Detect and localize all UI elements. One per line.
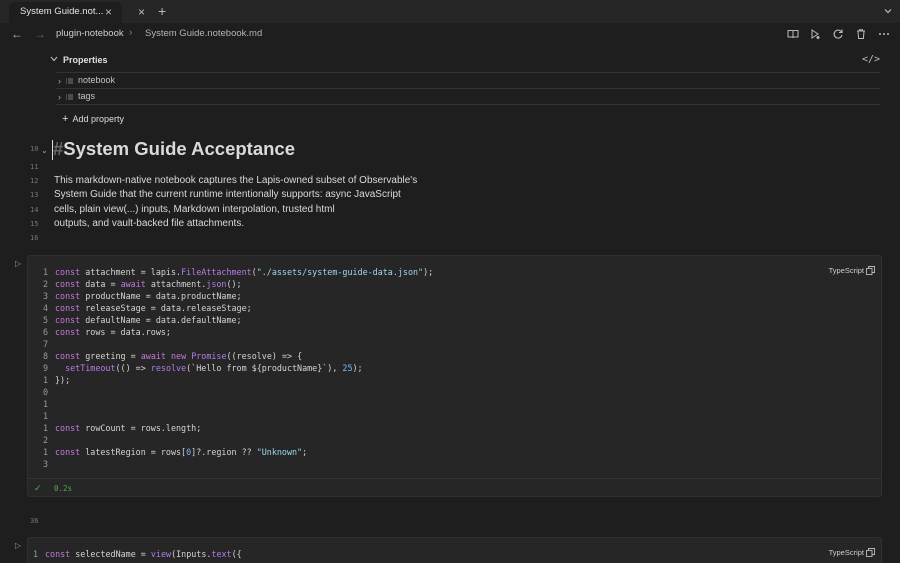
property-name: notebook	[78, 75, 116, 85]
paragraph-line[interactable]: System Guide that the current runtime in…	[54, 189, 401, 200]
line-number: 1	[42, 423, 48, 433]
paragraph-line[interactable]: outputs, and vault-backed file attachmen…	[54, 218, 244, 229]
line-number: 1	[42, 399, 48, 409]
new-tab-icon[interactable]: +	[158, 3, 166, 19]
language-label[interactable]: TypeScript	[829, 548, 864, 557]
line-number: 1	[42, 375, 48, 385]
line-number: 1	[32, 549, 38, 559]
line-number: 14	[30, 206, 39, 214]
code-line[interactable]: const latestRegion = rows[0]?.region ?? …	[55, 447, 307, 457]
chevron-down-icon[interactable]	[50, 56, 58, 62]
add-property-label: Add property	[72, 114, 124, 124]
code-line[interactable]: const defaultName = data.defaultName;	[55, 315, 242, 325]
code-line[interactable]: const productName = data.productName;	[55, 291, 242, 301]
code-line[interactable]: const selectedName = view(Inputs.text({	[45, 549, 242, 559]
add-property-button[interactable]: + Add property	[62, 113, 124, 125]
code-line[interactable]: const rows = data.rows;	[55, 327, 171, 337]
line-number: 1	[42, 267, 48, 277]
line-number: 0	[42, 387, 48, 397]
nav-bar: ← → plugin-notebook › System Guide.noteb…	[0, 23, 900, 45]
property-name: tags	[78, 91, 96, 101]
chevron-down-icon[interactable]	[883, 6, 893, 16]
line-number: 15	[30, 220, 39, 228]
line-number: 1	[42, 411, 48, 421]
line-number: 7	[42, 339, 48, 349]
divider	[56, 104, 880, 105]
fold-chevron-icon[interactable]: ⌄	[41, 146, 48, 155]
line-number: 8	[42, 351, 48, 361]
line-number: 3	[42, 291, 48, 301]
breadcrumb-folder[interactable]: plugin-notebook	[56, 28, 124, 39]
property-row-notebook[interactable]: › notebook	[56, 72, 880, 88]
line-number: 10	[30, 145, 39, 153]
plus-icon: +	[62, 113, 69, 125]
list-icon	[66, 94, 73, 100]
language-label[interactable]: TypeScript	[829, 266, 864, 275]
back-arrow-icon[interactable]: ←	[11, 27, 23, 41]
code-line[interactable]: const rowCount = rows.length;	[55, 423, 201, 433]
tab-bar: System Guide.not... × × +	[0, 0, 900, 23]
check-icon: ✓	[34, 483, 42, 493]
run-all-icon[interactable]	[809, 28, 821, 40]
breadcrumb-file[interactable]: System Guide.notebook.md	[145, 28, 262, 39]
line-number: 12	[30, 177, 39, 185]
chevron-right-icon[interactable]: ›	[58, 92, 61, 102]
copy-icon[interactable]	[866, 266, 875, 275]
source-mode-icon[interactable]: </>	[862, 54, 880, 65]
list-icon	[66, 78, 73, 84]
line-number: 36	[30, 517, 39, 525]
line-number: 13	[30, 191, 39, 199]
close-icon[interactable]: ×	[105, 5, 112, 19]
cell-status-bar: ✓ 0.2s	[27, 478, 882, 497]
code-line[interactable]: const attachment = lapis.FileAttachment(…	[55, 267, 433, 277]
line-number: 3	[42, 459, 48, 469]
run-cell-icon[interactable]: ▷	[15, 259, 21, 268]
code-line[interactable]: });	[55, 375, 70, 385]
line-number: 1	[42, 447, 48, 457]
heading-hash: #	[53, 138, 64, 159]
heading-text: System Guide Acceptance	[63, 138, 295, 159]
copy-icon[interactable]	[866, 548, 875, 557]
code-line[interactable]: const releaseStage = data.releaseStage;	[55, 303, 252, 313]
text-cursor	[52, 140, 53, 160]
run-cell-icon[interactable]: ▷	[15, 541, 21, 550]
chevron-right-icon[interactable]: ›	[58, 76, 61, 86]
code-line[interactable]: const data = await attachment.json();	[55, 279, 242, 289]
refresh-icon[interactable]	[832, 28, 844, 40]
properties-heading[interactable]: Properties	[63, 55, 108, 65]
page-heading[interactable]: #System Guide Acceptance	[53, 138, 295, 160]
tab-title: System Guide.not...	[20, 6, 104, 17]
book-icon[interactable]	[787, 28, 799, 40]
line-number: 2	[42, 279, 48, 289]
trash-icon[interactable]	[855, 28, 867, 40]
line-number: 2	[42, 435, 48, 445]
forward-arrow-icon[interactable]: →	[34, 27, 46, 41]
line-number: 16	[30, 234, 39, 242]
breadcrumb-separator-icon: ›	[129, 27, 133, 38]
property-row-tags[interactable]: › tags	[56, 88, 880, 104]
line-number: 4	[42, 303, 48, 313]
line-number: 5	[42, 315, 48, 325]
line-number: 11	[30, 163, 39, 171]
line-number: 6	[42, 327, 48, 337]
close-icon[interactable]: ×	[138, 5, 145, 19]
paragraph-line[interactable]: This markdown-native notebook captures t…	[54, 175, 417, 186]
tab-system-guide[interactable]: System Guide.not... ×	[9, 2, 122, 23]
line-number: 9	[42, 363, 48, 373]
more-options-icon[interactable]	[878, 28, 890, 40]
code-line[interactable]: const greeting = await new Promise((reso…	[55, 351, 302, 361]
code-line[interactable]: setTimeout(() => resolve(`Hello from ${p…	[55, 363, 363, 373]
execution-time: 0.2s	[54, 484, 73, 493]
paragraph-line[interactable]: cells, plain view(...) inputs, Markdown …	[54, 204, 335, 215]
